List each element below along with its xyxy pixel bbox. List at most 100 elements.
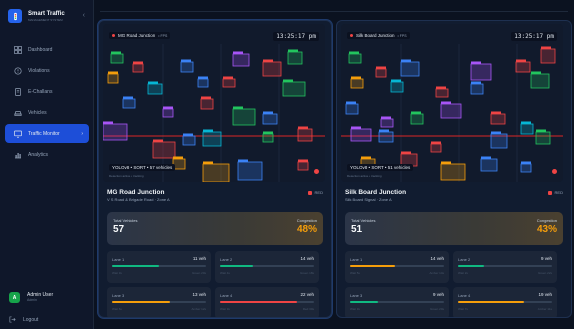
- lane-card[interactable]: Lane 3 13 veh Wait 6s Amber 12s: [107, 287, 211, 317]
- logout-icon: [9, 316, 16, 323]
- camera-card[interactable]: Silk Board Junction • FPS 13:25:17 pm YO…: [336, 20, 572, 318]
- vehicle-detection-box: [400, 61, 420, 77]
- vehicle-detection-box: [162, 108, 174, 118]
- vehicle-detection-box: [122, 98, 136, 109]
- lane-card[interactable]: Lane 4 22 veh Wait 9s Red 30s: [215, 287, 319, 317]
- lane-count: 11 veh: [192, 256, 206, 261]
- vehicle-detection-box: [520, 123, 534, 135]
- status-badge: RED: [547, 190, 563, 195]
- sidebar-item-violations[interactable]: Violations: [5, 61, 89, 80]
- avatar: A: [9, 292, 20, 303]
- vehicle-detection-box: [345, 103, 359, 115]
- lane-wait: Wait 9s: [220, 307, 230, 311]
- status-badge: RED: [307, 190, 323, 195]
- top-strip: [100, 0, 568, 12]
- sidebar-item-dashboard[interactable]: Dashboard: [5, 40, 89, 59]
- lane-progress-fill: [350, 301, 379, 303]
- lane-progress-track: [350, 265, 444, 267]
- logout-label: Logout: [23, 316, 39, 323]
- lane-progress-track: [220, 265, 314, 267]
- detection-tag: [173, 156, 183, 159]
- sidebar-item-traffic-monitor[interactable]: Traffic Monitor ›: [5, 124, 89, 143]
- vehicle-detection-box: [440, 163, 466, 181]
- logout-button[interactable]: Logout: [9, 316, 38, 323]
- status-text: RED: [554, 190, 563, 195]
- detection-tag: [203, 161, 213, 164]
- detection-tag: [401, 59, 411, 62]
- vehicle-detection-box: [202, 131, 222, 147]
- feed-label: Silk Board Junction • FPS: [347, 32, 410, 39]
- detection-stats: YOLOv8 • SORT • 51 vehicles: [347, 164, 414, 171]
- detection-tag: [111, 51, 121, 54]
- sidebar-item-e-challans[interactable]: E-Challans: [5, 82, 89, 101]
- detection-tag: [541, 46, 551, 49]
- sidebar-item-label: Violations: [28, 67, 50, 74]
- vehicle-detection-box: [490, 133, 508, 149]
- lane-name: Lane 1: [112, 257, 125, 262]
- lane-progress-fill: [458, 265, 485, 267]
- lane-signal: Green 22s: [537, 271, 552, 275]
- receipt-icon: [14, 87, 22, 96]
- lane-name: Lane 4: [220, 293, 233, 298]
- detection-tag: [233, 51, 243, 54]
- lane-count: 19 veh: [538, 292, 552, 297]
- lane-count: 22 veh: [300, 292, 314, 297]
- lane-name: Lane 3: [112, 293, 125, 298]
- lane-progress-track: [350, 301, 444, 303]
- detection-tag: [263, 111, 273, 114]
- user-profile[interactable]: A Admin User Admin: [9, 292, 53, 303]
- lane-progress-track: [458, 265, 552, 267]
- camera-feed[interactable]: Silk Board Junction • FPS 13:25:17 pm YO…: [341, 24, 563, 182]
- vehicle-detection-box: [262, 133, 274, 143]
- lane-name: Lane 3: [350, 293, 363, 298]
- detection-tag: [103, 121, 113, 124]
- vehicle-detection-box: [470, 63, 492, 81]
- lane-card[interactable]: Lane 2 14 veh Wait 4s Green 18s: [215, 251, 319, 283]
- detection-tag: [123, 96, 133, 99]
- brand[interactable]: Smart Traffic MANAGEMENT SYSTEM: [8, 9, 65, 23]
- status-text: RED: [314, 190, 323, 195]
- lane-progress-track: [220, 301, 314, 303]
- app-subtitle: MANAGEMENT SYSTEM: [28, 17, 63, 22]
- detection-tag: [153, 139, 163, 142]
- sidebar-item-vehicles[interactable]: Vehicles: [5, 103, 89, 122]
- lane-card[interactable]: Lane 4 19 veh Wait 7s Amber 11s: [453, 287, 557, 317]
- lane-card[interactable]: Lane 3 9 veh Wait 3s Green 20s: [345, 287, 449, 317]
- vehicle-detection-box: [297, 128, 313, 142]
- lane-wait: Wait 4s: [220, 271, 230, 275]
- grid-icon: [14, 45, 22, 54]
- vehicle-detection-box: [520, 163, 532, 173]
- vehicle-detection-box: [132, 63, 144, 73]
- detection-tag: [201, 96, 211, 99]
- chevron-right-icon: ›: [81, 130, 83, 137]
- detection-tag: [491, 111, 501, 114]
- traffic-light-icon: [8, 9, 22, 23]
- location-address: Silk Board Signal · Zone A: [345, 197, 392, 202]
- lane-card[interactable]: Lane 2 9 veh Wait 2s Green 22s: [453, 251, 557, 283]
- detection-substatus: Detection active • tracking: [109, 174, 144, 178]
- detection-tag: [516, 59, 526, 62]
- lane-progress-fill: [458, 301, 524, 303]
- sidebar-item-label: Analytics: [28, 151, 49, 158]
- sidebar-item-analytics[interactable]: Analytics: [5, 145, 89, 164]
- detection-tag: [181, 59, 191, 62]
- detection-stats: YOLOv8 • SORT • 57 vehicles: [109, 164, 176, 171]
- detection-tag: [521, 121, 531, 124]
- feed-timestamp: 13:25:17 pm: [511, 32, 557, 41]
- lane-card[interactable]: Lane 1 11 veh Wait 3s Green 20s: [107, 251, 211, 283]
- signal-status-icon: [547, 190, 552, 195]
- camera-feed[interactable]: MG Road Junction • FPS 13:25:17 pm YOLOv…: [103, 24, 325, 182]
- vehicle-detection-box: [535, 131, 551, 145]
- lane-card[interactable]: Lane 1 14 veh Wait 5s Amber 14s: [345, 251, 449, 283]
- collapse-sidebar-button[interactable]: ‹: [83, 12, 85, 19]
- lane-signal: Amber 11s: [537, 307, 552, 311]
- camera-card[interactable]: MG Road Junction • FPS 13:25:17 pm YOLOv…: [98, 20, 332, 318]
- lane-name: Lane 2: [458, 257, 471, 262]
- lane-progress-track: [112, 301, 206, 303]
- lane-signal: Green 20s: [191, 271, 206, 275]
- fps-label: • FPS: [397, 33, 407, 38]
- lane-progress-fill: [112, 265, 159, 267]
- lane-progress-track: [458, 301, 552, 303]
- detection-tag: [283, 79, 293, 82]
- detection-substatus: Detection active • tracking: [347, 174, 382, 178]
